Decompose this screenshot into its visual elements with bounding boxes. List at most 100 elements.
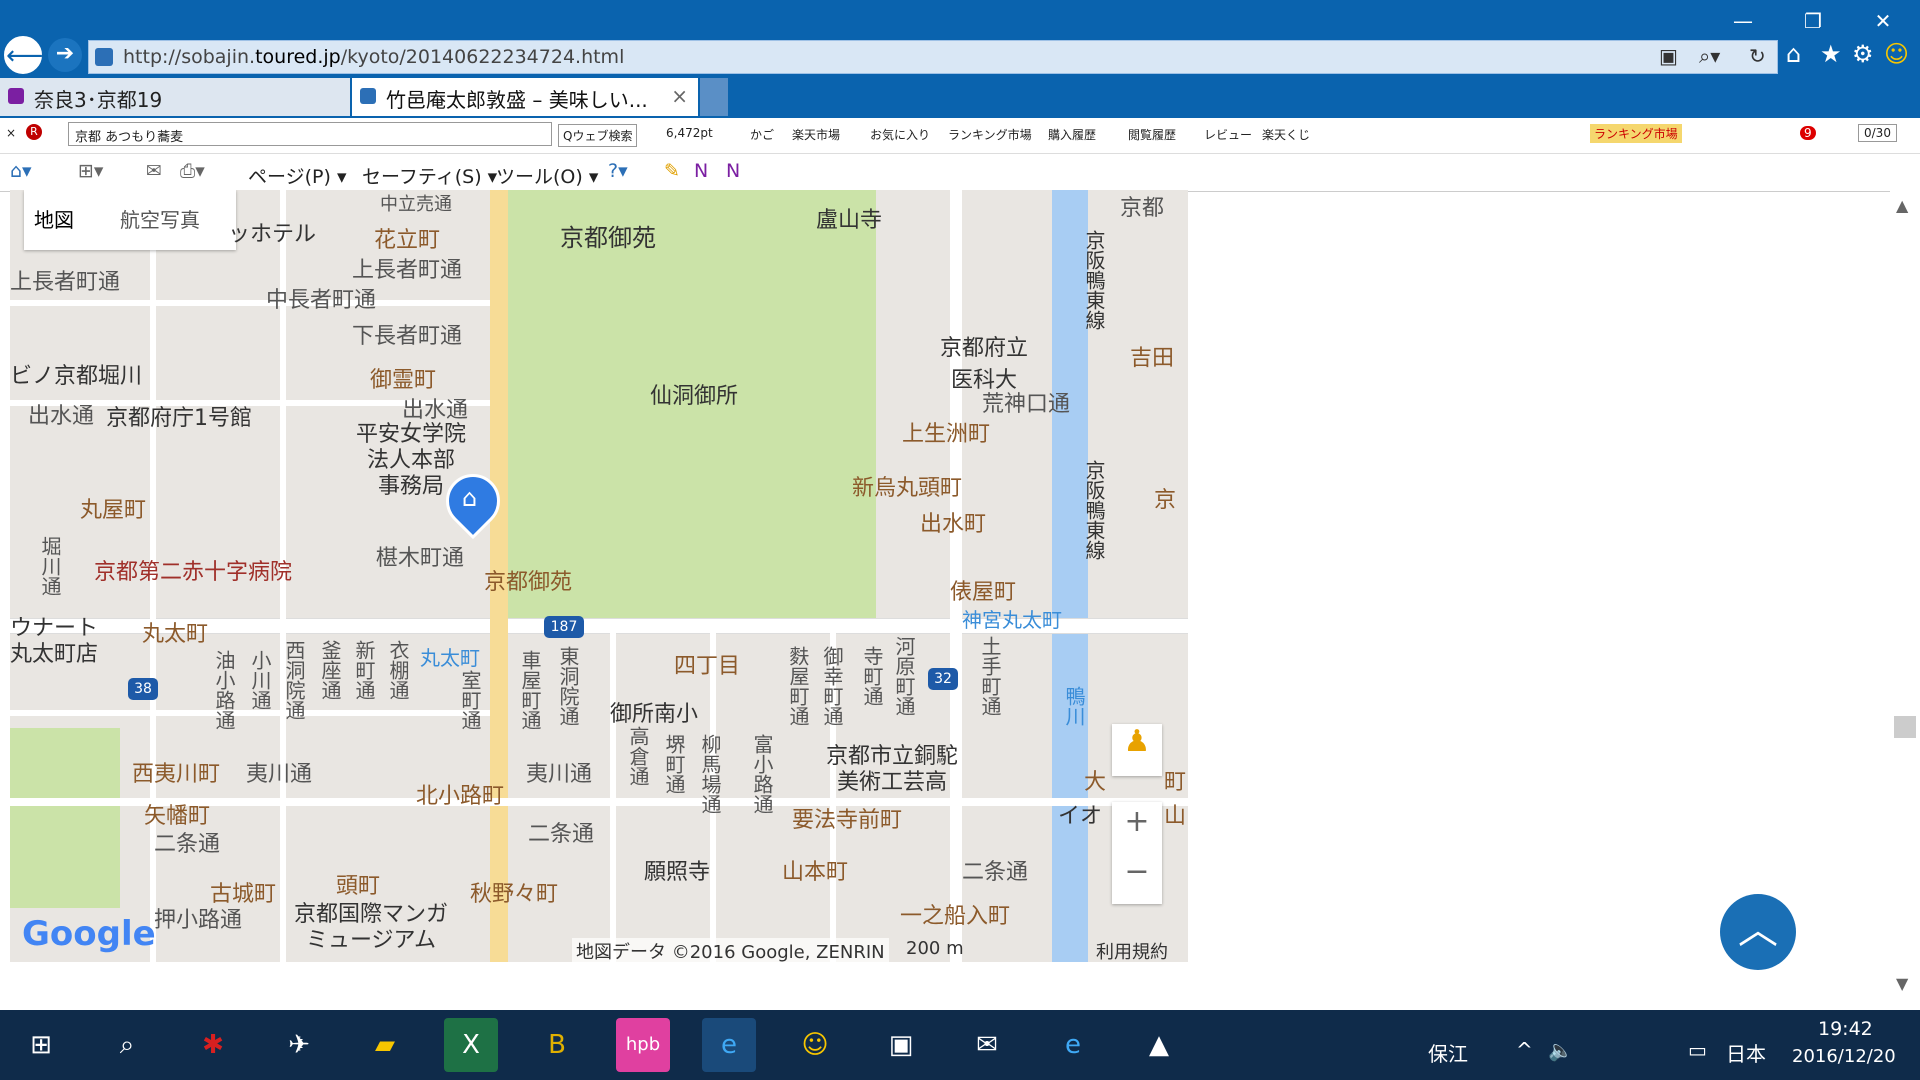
chevron-up-icon[interactable]: ^ [1516, 1038, 1533, 1062]
clock-time[interactable]: 19:42 [1818, 1018, 1873, 1040]
map-type-satellite-button[interactable]: 航空写真 [120, 204, 200, 233]
search-icon[interactable]: ⌕▾ [1699, 44, 1720, 68]
app-icon[interactable]: ✱ [186, 1018, 240, 1072]
kuji-link[interactable]: 楽天くじ [1262, 126, 1310, 143]
map-label: 出水通 [402, 398, 469, 423]
pen-icon[interactable]: ✎ [664, 160, 680, 182]
onenote-send-icon[interactable]: N [726, 160, 740, 182]
scroll-top-button[interactable]: ︿ [1720, 894, 1796, 970]
map-label: 京阪鴨東線 [1082, 230, 1106, 330]
forward-button[interactable]: ➔ [48, 38, 82, 72]
nijo-park [10, 728, 120, 908]
zoom-in-button[interactable]: + [1112, 804, 1162, 852]
higashinotoin-road [610, 620, 616, 962]
notification-icon[interactable]: ▭ [1688, 1038, 1707, 1062]
edge-icon[interactable]: e [1046, 1018, 1100, 1072]
ie-icon[interactable]: e [702, 1018, 756, 1072]
rss-icon[interactable]: ⊞▾ [78, 160, 103, 182]
ime-indicator[interactable]: 保江 [1428, 1038, 1468, 1067]
scroll-thumb[interactable] [1894, 716, 1916, 738]
map-label: 上生洲町 [902, 422, 991, 447]
photos-icon[interactable]: ▲ [1132, 1018, 1186, 1072]
points-display[interactable]: 6,472pt [666, 126, 713, 140]
help-icon[interactable]: ?▾ [608, 160, 628, 182]
favorites-link[interactable]: お気に入り [870, 126, 930, 143]
nakachoja-road [10, 300, 490, 306]
map-label: 京都市立銅駝 美術工芸高 [826, 744, 959, 795]
home-icon: ⌂ [462, 484, 478, 512]
clock-date[interactable]: 2016/12/20 [1792, 1046, 1896, 1067]
back-button[interactable]: ⟵ [4, 36, 43, 74]
new-tab-button[interactable] [700, 78, 728, 116]
refresh-icon[interactable]: ↻ [1749, 44, 1766, 68]
start-icon[interactable]: ⊞ [14, 1018, 68, 1072]
command-bar: ⌂▾ ⊞▾ ✉ ⎙▾ ページ(P) ▾ セーフティ(S) ▾ ツール(O) ▾ … [0, 154, 1920, 192]
app-icon[interactable]: ✉ [960, 1018, 1014, 1072]
tab-nara-kyoto[interactable]: 奈良3･京都19 [0, 78, 350, 116]
app-icon[interactable]: ✈ [272, 1018, 326, 1072]
onenote-icon[interactable]: N [694, 160, 708, 182]
home-icon[interactable]: ⌂▾ [10, 160, 32, 182]
url-text[interactable]: http://sobajin.toured.jp/kyoto/201406222… [123, 46, 624, 68]
page-menu[interactable]: ページ(P) ▾ [248, 162, 346, 189]
google-logo[interactable]: Google [22, 914, 156, 954]
hpb-icon[interactable]: hpb [616, 1018, 670, 1072]
app-icon[interactable]: ▣ [874, 1018, 928, 1072]
search-input[interactable]: 京都 あつもり蕎麦 [68, 122, 552, 146]
gear-icon[interactable]: ⚙ [1852, 40, 1874, 68]
map-label: ビノ京都堀川 [10, 364, 143, 389]
street-label: 御幸町通 [820, 646, 844, 726]
mail-count-badge[interactable]: 9 [1800, 126, 1816, 140]
mail-icon[interactable]: ✉ [146, 160, 162, 182]
folder-icon[interactable]: ▰ [358, 1018, 412, 1072]
street-label: 油小路通 [212, 650, 236, 730]
safety-menu[interactable]: セーフティ(S) ▾ [362, 162, 497, 189]
home-icon[interactable]: ⌂ [1786, 40, 1801, 68]
search-icon[interactable]: ⌕ [100, 1018, 154, 1072]
basket-link[interactable]: かご [750, 126, 774, 143]
zoom-out-button[interactable]: − [1112, 854, 1162, 902]
review-link[interactable]: レビュー [1204, 126, 1252, 143]
app-icon[interactable]: B [530, 1018, 584, 1072]
tab-takemura[interactable]: 竹邑庵太郎敦盛 – 美味しい... × [352, 78, 698, 116]
close-icon[interactable]: × [6, 126, 16, 140]
address-bar[interactable]: http://sobajin.toured.jp/kyoto/201406222… [88, 40, 1778, 74]
map-label: 北小路町 [416, 784, 505, 809]
map-type-map-button[interactable]: 地図 [34, 204, 74, 233]
browse-history-link[interactable]: 閲覧履歴 [1128, 126, 1176, 143]
scroll-up-icon[interactable]: ▲ [1896, 196, 1908, 215]
ebisugawa-road [10, 710, 490, 716]
map-label: 盧山寺 [816, 208, 883, 233]
street-label: 麩屋町通 [786, 646, 810, 726]
map-label: 一之船入町 [900, 904, 1011, 929]
rakuten-ichiba-link[interactable]: 楽天市場 [792, 126, 840, 143]
web-search-button[interactable]: Qウェブ検索 [558, 124, 638, 147]
excel-icon[interactable]: X [444, 1018, 498, 1072]
counter-display[interactable]: 0/30 [1858, 124, 1897, 142]
map-terms-link[interactable]: 利用規約 [1096, 938, 1168, 962]
google-map[interactable]: 地図 航空写真 京都御苑 京都御苑 盧山寺 仙洞御所 京都府立 医科大 荒神口通… [10, 190, 1188, 962]
tab-close-button[interactable]: × [671, 84, 688, 108]
compat-view-icon[interactable]: ▣ [1659, 44, 1678, 68]
language-indicator[interactable]: 日本 [1726, 1038, 1766, 1067]
restore-button[interactable]: ❐ [1790, 6, 1836, 36]
ranking-badge[interactable]: ランキング市場 [1590, 124, 1682, 143]
street-label: 室町通 [458, 670, 482, 730]
favorites-star-icon[interactable]: ★ [1820, 40, 1842, 68]
pegman-icon[interactable]: ♟ [1112, 724, 1162, 776]
page-scrollbar[interactable]: ▲ ▼ [1890, 190, 1920, 1000]
map-label: 大 [1084, 770, 1107, 795]
close-window-button[interactable]: ✕ [1860, 6, 1906, 36]
ranking-link[interactable]: ランキング市場 [948, 126, 1032, 143]
volume-icon[interactable]: 🔈 [1548, 1038, 1573, 1062]
purchase-history-link[interactable]: 購入履歴 [1048, 126, 1096, 143]
print-icon[interactable]: ⎙▾ [180, 160, 205, 182]
map-label: 椹木町通 [376, 546, 465, 571]
minimize-button[interactable]: — [1720, 6, 1766, 36]
smiley-icon[interactable]: ☺ [1884, 40, 1909, 68]
rakuten-logo-icon[interactable]: R [26, 124, 42, 140]
app-icon[interactable]: ☺ [788, 1018, 842, 1072]
tools-menu[interactable]: ツール(O) ▾ [496, 162, 598, 189]
scroll-down-icon[interactable]: ▼ [1896, 974, 1908, 993]
map-label: 丸太町 [420, 646, 480, 670]
